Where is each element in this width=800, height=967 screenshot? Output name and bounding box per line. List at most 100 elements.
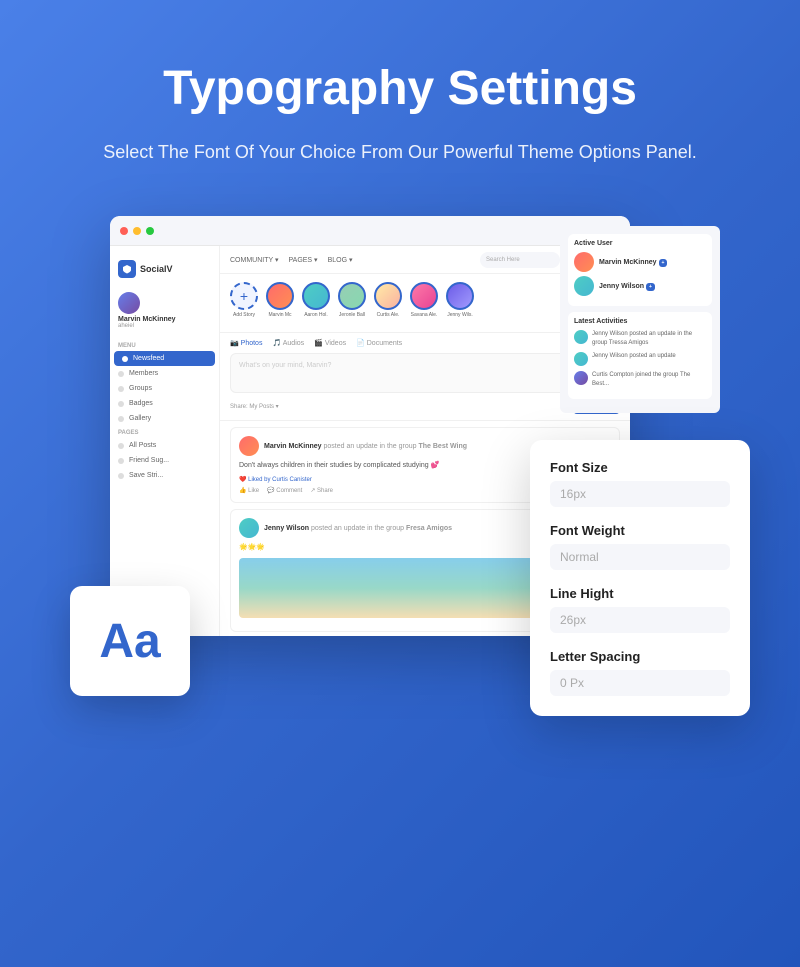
page-subtitle: Select The Font Of Your Choice From Our … bbox=[103, 138, 697, 167]
header-section: Typography Settings Select The Font Of Y… bbox=[23, 0, 777, 206]
sidebar-dot bbox=[118, 473, 124, 479]
post-share-btn[interactable]: Share: My Posts ▾ bbox=[230, 403, 279, 410]
line-height-setting: Line Hight 26px bbox=[550, 586, 730, 633]
letter-spacing-value[interactable]: 0 Px bbox=[550, 670, 730, 696]
activity-avatar-2 bbox=[574, 352, 588, 366]
activity-2: Jenny Wilson posted an update bbox=[574, 352, 706, 366]
font-size-value[interactable]: 16px bbox=[550, 481, 730, 507]
sidebar-pages-label: PAGES bbox=[110, 426, 219, 438]
shield-icon bbox=[122, 264, 132, 274]
page-title: Typography Settings bbox=[103, 60, 697, 118]
logo-icon bbox=[118, 260, 136, 278]
sidebar-item-newsfeed[interactable]: Newsfeed bbox=[114, 351, 215, 366]
story-item-4[interactable]: Curtis Ale. bbox=[374, 282, 402, 318]
sidebar-item-badges[interactable]: Badges bbox=[110, 396, 219, 411]
sidebar-item-groups[interactable]: Groups bbox=[110, 381, 219, 396]
activity-text-1: Jenny Wilson posted an update in the gro… bbox=[592, 330, 706, 347]
sidebar-avatar bbox=[118, 292, 140, 314]
logo-text: SocialV bbox=[140, 264, 173, 274]
story-avatar-6 bbox=[446, 282, 474, 310]
sidebar-user-name: Marvin McKinney bbox=[118, 316, 211, 323]
sidebar-item-members[interactable]: Members bbox=[110, 366, 219, 381]
sidebar-dot bbox=[118, 416, 124, 422]
sidebar-friends-label: Friend Sug... bbox=[129, 457, 169, 464]
aa-text: Aa bbox=[99, 614, 160, 669]
story-name-5: Savana Ale. bbox=[411, 312, 438, 318]
post-tab-photos[interactable]: 📷 Photos bbox=[230, 339, 262, 347]
font-weight-label: Font Weight bbox=[550, 523, 730, 538]
activities-section: Latest Activities Jenny Wilson posted an… bbox=[568, 312, 712, 399]
browser-close-dot bbox=[120, 227, 128, 235]
letter-spacing-setting: Letter Spacing 0 Px bbox=[550, 649, 730, 696]
activity-3: Curtis Compton joined the group The Best… bbox=[574, 371, 706, 388]
nav-blog[interactable]: BLOG ▾ bbox=[328, 256, 353, 264]
sidebar-user: Marvin McKinney aheiel bbox=[110, 288, 219, 333]
typography-card: Font Size 16px Font Weight Normal Line H… bbox=[530, 440, 750, 716]
add-story-btn[interactable]: + bbox=[230, 282, 258, 310]
activity-avatar-1 bbox=[574, 330, 588, 344]
story-name-1: Marvin Mc bbox=[268, 312, 291, 318]
sidebar-gallery-label: Gallery bbox=[129, 415, 151, 422]
browser-minimize-dot bbox=[133, 227, 141, 235]
active-avatar-2 bbox=[574, 276, 594, 296]
line-height-label: Line Hight bbox=[550, 586, 730, 601]
story-avatar-2 bbox=[302, 282, 330, 310]
sidebar-dot bbox=[118, 401, 124, 407]
font-weight-value[interactable]: Normal bbox=[550, 544, 730, 570]
sidebar-badges-label: Badges bbox=[129, 400, 153, 407]
sidebar-item-allposts[interactable]: All Posts bbox=[110, 438, 219, 453]
activities-title: Latest Activities bbox=[574, 318, 706, 325]
sidebar-save-label: Save Stri... bbox=[129, 472, 163, 479]
sidebar-menu-label: MENU bbox=[110, 339, 219, 351]
post-tab-docs[interactable]: 📄 Documents bbox=[356, 339, 402, 347]
nav-search[interactable]: Search Here bbox=[480, 252, 560, 268]
sidebar-allposts-label: All Posts bbox=[129, 442, 156, 449]
story-add[interactable]: + Add Story bbox=[230, 282, 258, 318]
sidebar-dot bbox=[118, 386, 124, 392]
feed-comment-btn-1[interactable]: 💬 Comment bbox=[267, 487, 302, 494]
story-item-5[interactable]: Savana Ale. bbox=[410, 282, 438, 318]
story-item-2[interactable]: Aaron Hol. bbox=[302, 282, 330, 318]
sidebar-dot bbox=[118, 371, 124, 377]
browser-bar bbox=[110, 216, 630, 246]
nav-pages[interactable]: PAGES ▾ bbox=[289, 256, 318, 264]
line-height-value[interactable]: 26px bbox=[550, 607, 730, 633]
sidebar-item-gallery[interactable]: Gallery bbox=[110, 411, 219, 426]
feed-share-btn-1[interactable]: ↗ Share bbox=[310, 487, 333, 494]
story-name: Add Story bbox=[233, 312, 255, 318]
sidebar-item-friends[interactable]: Friend Sug... bbox=[110, 453, 219, 468]
font-size-label: Font Size bbox=[550, 460, 730, 475]
story-name-6: Jenny Wils. bbox=[447, 312, 473, 318]
story-name-2: Aaron Hol. bbox=[304, 312, 328, 318]
active-name-text-2: Jenny Wilson + bbox=[599, 283, 655, 290]
activity-avatar-3 bbox=[574, 371, 588, 385]
mockup-container: SocialV Marvin McKinney aheiel MENU News… bbox=[50, 216, 750, 716]
search-placeholder: Search Here bbox=[486, 257, 520, 263]
active-user-2: Jenny Wilson + bbox=[574, 276, 706, 296]
post-tab-videos[interactable]: 🎬 Videos bbox=[314, 339, 346, 347]
sidebar-user-role: aheiel bbox=[118, 323, 211, 329]
story-item-6[interactable]: Jenny Wils. bbox=[446, 282, 474, 318]
story-name-3: Jeronle Ball bbox=[339, 312, 365, 318]
font-weight-setting: Font Weight Normal bbox=[550, 523, 730, 570]
right-panel: Active User Marvin McKinney + Jenny Wils… bbox=[560, 226, 720, 413]
aa-card: Aa bbox=[70, 586, 190, 696]
font-size-setting: Font Size 16px bbox=[550, 460, 730, 507]
sidebar-item-save[interactable]: Save Stri... bbox=[110, 468, 219, 483]
activity-text-3: Curtis Compton joined the group The Best… bbox=[592, 371, 706, 388]
post-tab-audio[interactable]: 🎵 Audios bbox=[272, 339, 304, 347]
active-user-name-2: Jenny Wilson + bbox=[599, 283, 655, 290]
nav-community[interactable]: COMMUNITY ▾ bbox=[230, 256, 279, 264]
story-avatar-1 bbox=[266, 282, 294, 310]
activity-1: Jenny Wilson posted an update in the gro… bbox=[574, 330, 706, 347]
active-badge-1: + bbox=[659, 259, 668, 267]
sidebar: SocialV Marvin McKinney aheiel MENU News… bbox=[110, 246, 220, 636]
story-item-3[interactable]: Jeronle Ball bbox=[338, 282, 366, 318]
feed-like-btn-1[interactable]: 👍 Like bbox=[239, 487, 259, 494]
active-name-text-1: Marvin McKinney + bbox=[599, 259, 667, 266]
story-item-1[interactable]: Marvin Mc bbox=[266, 282, 294, 318]
sidebar-dot bbox=[122, 356, 128, 362]
active-users-section: Active User Marvin McKinney + Jenny Wils… bbox=[568, 234, 712, 306]
active-badge-2: + bbox=[646, 283, 655, 291]
sidebar-groups-label: Groups bbox=[129, 385, 152, 392]
